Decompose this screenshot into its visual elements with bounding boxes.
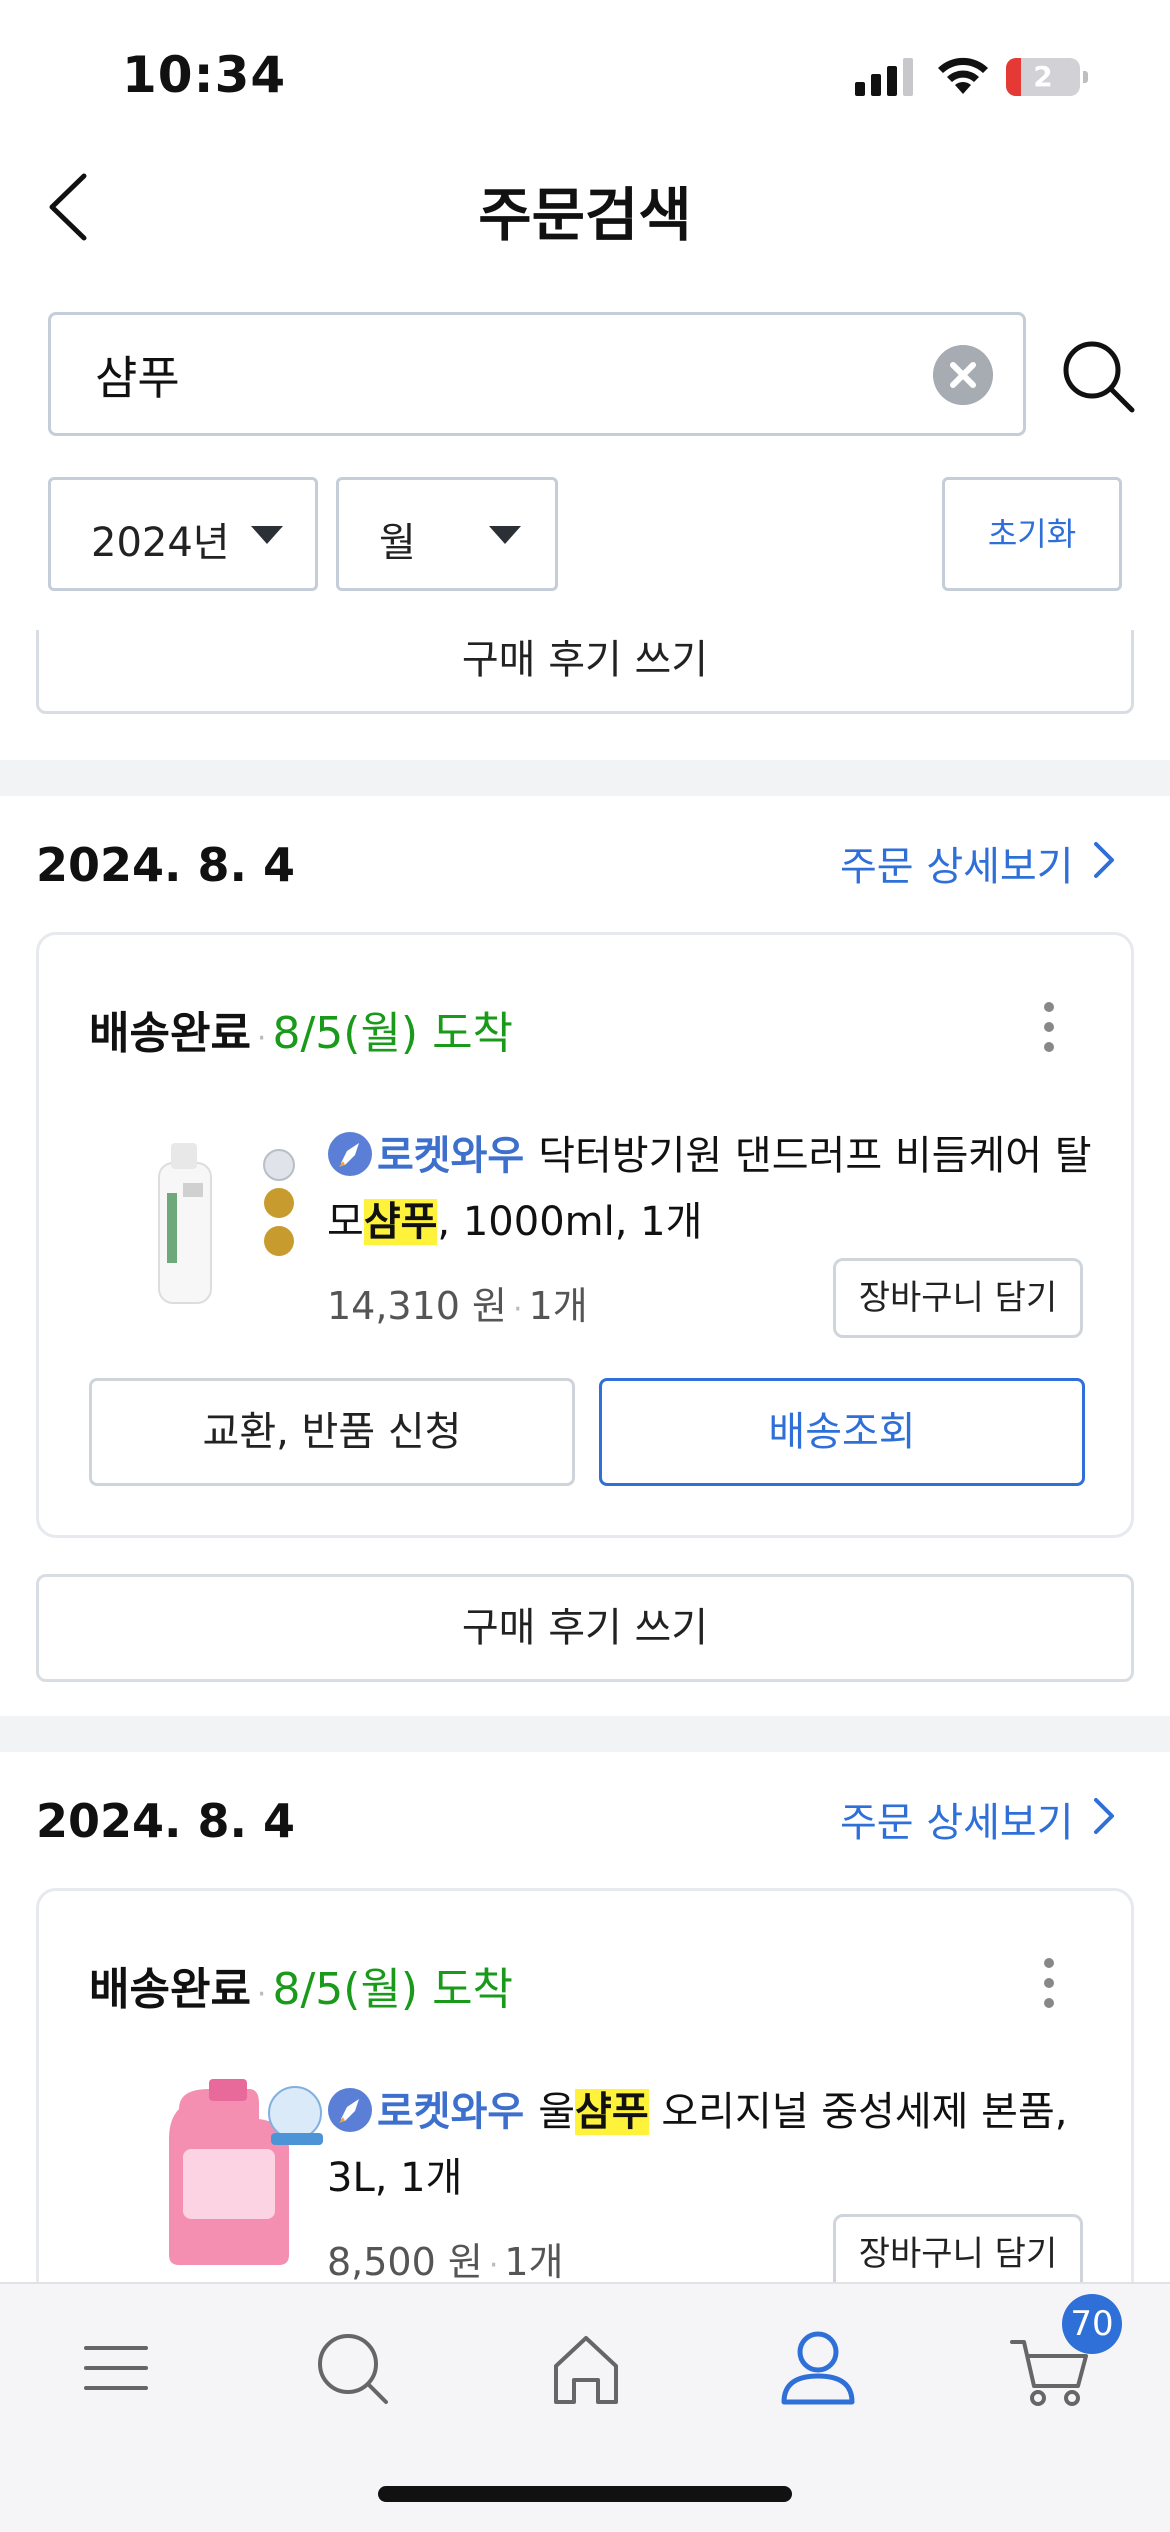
order-list[interactable]: 구매 후기 쓰기 2024. 8. 4 주문 상세보기 배송완료 · 8/5(월) … (0, 630, 1170, 2282)
wifi-icon (938, 57, 988, 94)
home-icon[interactable] (536, 2318, 636, 2418)
cart-count-badge: 70 (1062, 2294, 1122, 2354)
cellular-signal-icon (855, 58, 913, 96)
search-highlight: 샴푸 (575, 2089, 649, 2135)
product-qty: 1개 (528, 1284, 588, 1328)
rocket-wow-label: 로켓와우 (377, 2089, 525, 2135)
home-indicator (378, 2486, 792, 2502)
price-line: 14,310 원 · 1개 (327, 1284, 588, 1328)
order-card: 배송완료 · 8/5(월) 도착 로켓와우 울샴푸 오리지널 중성세제 본품, 3L,… (36, 1888, 1134, 2282)
year-select[interactable]: 2024년 (48, 477, 318, 591)
order-detail-link[interactable]: 주문 상세보기 (840, 834, 1074, 892)
order-detail-link[interactable]: 주문 상세보기 (840, 1790, 1074, 1848)
delivery-status: 배송완료 · 8/5(월) 도착 (89, 1008, 514, 1059)
battery-icon: 2 (1006, 58, 1088, 96)
status-time: 10:34 (122, 46, 287, 104)
header: 주문검색 (0, 150, 1170, 260)
product-title[interactable]: 로켓와우 울샴푸 오리지널 중성세제 본품, 3L, 1개 (327, 2079, 1107, 2211)
menu-icon[interactable] (66, 2318, 166, 2418)
search-icon[interactable] (302, 2318, 402, 2418)
product-title[interactable]: 로켓와우 닥터방기원 댄드러프 비듬케어 탈모샴푸, 1000ml, 1개 (327, 1123, 1107, 1255)
section-divider (0, 760, 1170, 796)
caret-down-icon (489, 526, 521, 544)
rocket-wow-label: 로켓와우 (377, 1133, 525, 1179)
exchange-return-button[interactable]: 교환, 반품 신청 (89, 1378, 575, 1486)
page-title: 주문검색 (478, 181, 692, 249)
search-input[interactable] (95, 341, 915, 409)
search-icon[interactable] (1060, 338, 1136, 414)
product-image[interactable] (139, 1123, 329, 1313)
rocket-icon (328, 2088, 372, 2132)
arrival-date: 8/5(월) 도착 (272, 1964, 514, 2015)
order-date: 2024. 8. 4 (36, 1794, 296, 1848)
search-highlight: 샴푸 (363, 1199, 438, 1245)
add-to-cart-button[interactable]: 장바구니 담기 (833, 2214, 1083, 2282)
section-divider (0, 1716, 1170, 1752)
product-qty: 1개 (504, 2240, 564, 2282)
month-select-value: 월 (379, 520, 416, 566)
rocket-icon (328, 1132, 372, 1176)
write-review-button[interactable]: 구매 후기 쓰기 (36, 630, 1134, 714)
product-price: 14,310 원 (327, 1284, 508, 1328)
order-date: 2024. 8. 4 (36, 838, 296, 892)
chevron-right-icon[interactable] (1090, 1796, 1118, 1836)
caret-down-icon (251, 526, 283, 544)
month-select[interactable]: 월 (336, 477, 558, 591)
more-vertical-icon[interactable] (1029, 997, 1069, 1057)
reset-button[interactable]: 초기화 (942, 477, 1122, 591)
delivery-status-label: 배송완료 (89, 1008, 251, 1059)
write-review-button[interactable]: 구매 후기 쓰기 (36, 1574, 1134, 1682)
product-title-post: , 1000ml, 1개 (437, 1199, 703, 1245)
delivery-status: 배송완료 · 8/5(월) 도착 (89, 1964, 514, 2015)
year-select-value: 2024년 (91, 520, 230, 566)
more-vertical-icon[interactable] (1029, 1953, 1069, 2013)
product-price: 8,500 원 (327, 2240, 483, 2282)
price-line: 8,500 원 · 1개 (327, 2240, 564, 2282)
add-to-cart-button[interactable]: 장바구니 담기 (833, 1258, 1083, 1338)
chevron-right-icon[interactable] (1090, 840, 1118, 880)
order-card: 배송완료 · 8/5(월) 도착 로켓와우 닥터방기원 댄드러프 비듬케어 탈모샴푸,… (36, 932, 1134, 1538)
battery-level: 2 (1033, 60, 1053, 93)
my-account-icon[interactable] (768, 2318, 868, 2418)
delivery-status-label: 배송완료 (89, 1964, 251, 2015)
status-bar: 10:34 2 (0, 0, 1170, 140)
track-delivery-button[interactable]: 배송조회 (599, 1378, 1085, 1486)
product-title-pre: 울 (538, 2089, 576, 2135)
clear-icon[interactable] (933, 345, 993, 405)
search-field[interactable] (48, 312, 1026, 436)
arrival-date: 8/5(월) 도착 (272, 1008, 514, 1059)
product-image[interactable] (139, 2079, 329, 2269)
